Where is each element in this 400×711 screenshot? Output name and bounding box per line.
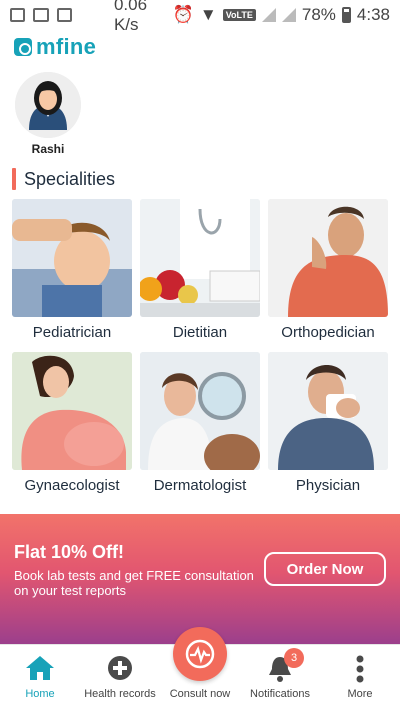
- promo-banner[interactable]: Flat 10% Off! Book lab tests and get FRE…: [0, 514, 400, 644]
- status-bar: 0.06 K/s ⏰ ▼ VoLTE 78% 4:38: [0, 0, 400, 34]
- volte-badge: VoLTE: [222, 9, 256, 21]
- dermatologist-image: [140, 352, 260, 470]
- network-speed: 0.06 K/s: [113, 0, 148, 34]
- speciality-label: Gynaecologist: [24, 477, 120, 494]
- speciality-card-pediatrician[interactable]: Pediatrician: [12, 199, 132, 344]
- home-icon: [25, 655, 55, 684]
- speciality-label: Pediatrician: [32, 324, 112, 341]
- specialities-grid: Pediatrician Dietitian Orthopedician Gyn…: [12, 199, 388, 497]
- nav-item-health-records[interactable]: Health records: [80, 645, 160, 711]
- speciality-card-physician[interactable]: Physician: [268, 352, 388, 497]
- pediatrician-image: [12, 199, 132, 317]
- battery-percent: 78%: [301, 5, 336, 24]
- alarm-icon: ⏰: [172, 5, 194, 24]
- clock: 4:38: [356, 5, 390, 24]
- more-vertical-icon: [355, 655, 365, 686]
- wifi-icon: ▼: [199, 5, 217, 24]
- promo-subtitle: Book lab tests and get FREE consultation…: [14, 568, 254, 598]
- bottom-navigation: Home Health records Consult now 3 Notifi…: [0, 627, 400, 711]
- signal-icon-2: [281, 8, 296, 22]
- flag-icon: [56, 8, 72, 22]
- section-title-text: Specialities: [24, 168, 116, 189]
- speciality-label: Physician: [295, 477, 361, 494]
- gynaecologist-image: [12, 352, 132, 470]
- speciality-label: Dermatologist: [153, 477, 247, 494]
- speciality-card-orthopedician[interactable]: Orthopedician: [268, 199, 388, 344]
- nav-label: Health records: [84, 688, 156, 700]
- orthopedician-image: [268, 199, 388, 317]
- notification-badge: 3: [284, 648, 304, 668]
- profile-name: Rashi: [31, 142, 65, 156]
- speciality-card-gynaecologist[interactable]: Gynaecologist: [12, 352, 132, 497]
- speciality-card-dermatologist[interactable]: Dermatologist: [140, 352, 260, 497]
- nav-item-consult-now[interactable]: Consult now: [160, 627, 240, 711]
- dietitian-image: [140, 199, 260, 317]
- logo-icon: [14, 38, 32, 56]
- chart-icon: [33, 8, 49, 22]
- plus-circle-icon: [107, 655, 133, 684]
- brand-name: mfine: [36, 34, 97, 59]
- gallery-icon: [10, 8, 26, 22]
- physician-image: [268, 352, 388, 470]
- nav-item-notifications[interactable]: 3 Notifications: [240, 645, 320, 711]
- speciality-label: Dietitian: [172, 324, 228, 341]
- nav-label: Consult now: [169, 688, 231, 700]
- nav-item-home[interactable]: Home: [0, 645, 80, 711]
- nav-item-more[interactable]: More: [320, 645, 400, 711]
- speciality-card-dietitian[interactable]: Dietitian: [140, 199, 260, 344]
- battery-icon: [341, 7, 351, 23]
- app-logo: mfine: [14, 34, 96, 60]
- nav-label: Home: [25, 688, 55, 700]
- speciality-label: Orthopedician: [281, 324, 375, 341]
- order-now-button[interactable]: Order Now: [264, 552, 386, 586]
- avatar[interactable]: [15, 72, 81, 138]
- promo-title: Flat 10% Off!: [14, 542, 125, 562]
- nav-label: More: [347, 688, 373, 700]
- profile[interactable]: Rashi: [14, 72, 82, 156]
- signal-icon: [261, 8, 276, 22]
- section-title-specialities: Specialities: [12, 168, 115, 190]
- heartbeat-icon[interactable]: [173, 627, 227, 681]
- section-accent-bar: [12, 168, 16, 190]
- nav-label: Notifications: [250, 688, 310, 700]
